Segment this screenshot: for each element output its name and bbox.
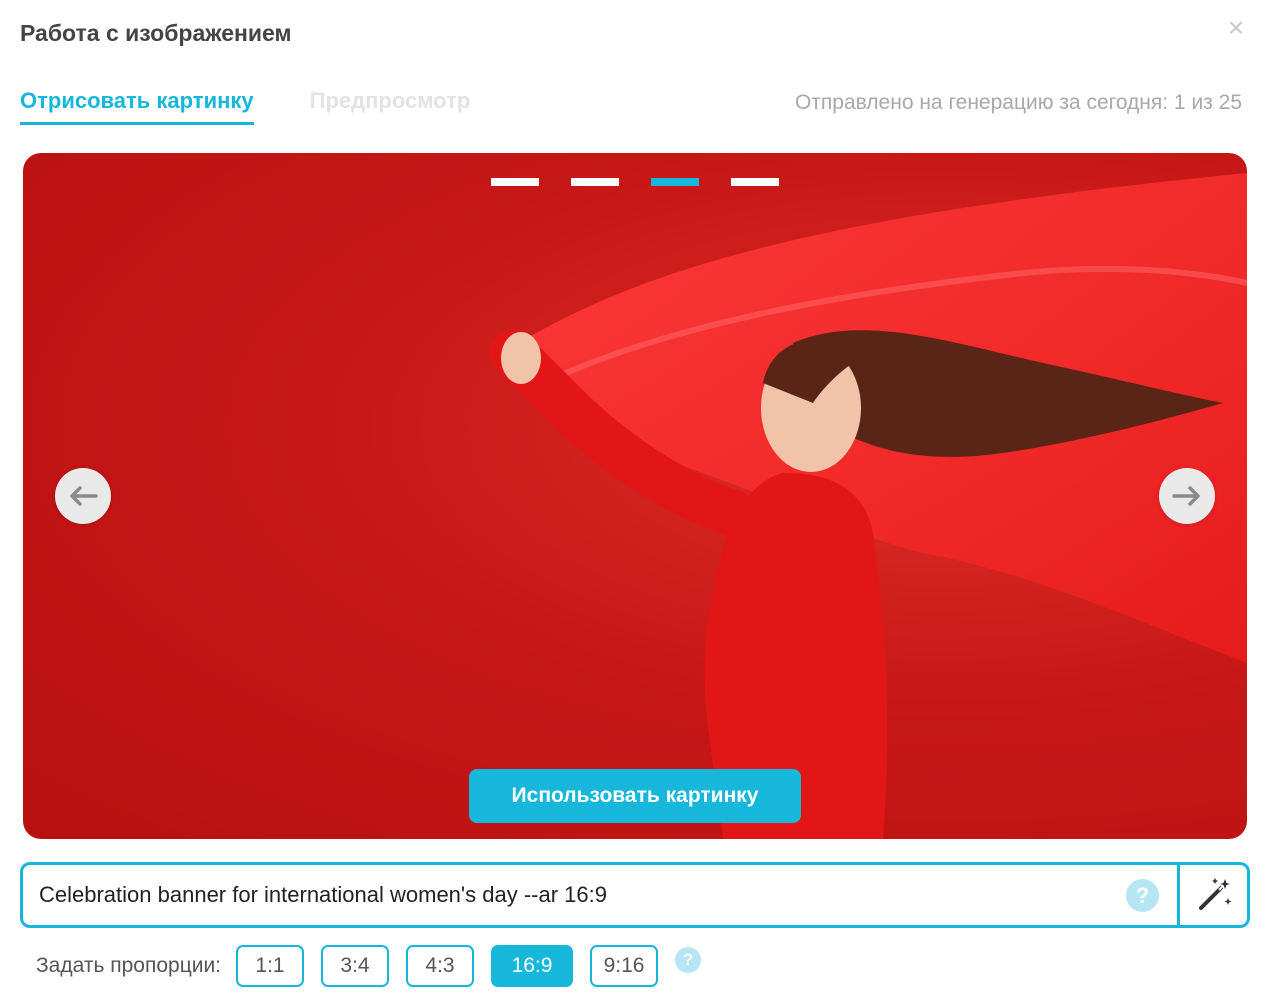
ratio-9-16-button[interactable]: 9:16 — [590, 945, 659, 987]
tab-bar: Отрисовать картинку Предпросмотр — [20, 88, 470, 125]
ratio-4-3-button[interactable]: 4:3 — [406, 945, 475, 987]
use-picture-button[interactable]: Использовать картинку — [469, 769, 801, 823]
magic-wand-icon — [1198, 878, 1231, 910]
prompt-text[interactable]: Celebration banner for international wom… — [39, 882, 607, 908]
prompt-input[interactable]: Celebration banner for international wom… — [20, 862, 1180, 928]
image-carousel: Использовать картинку — [23, 153, 1247, 839]
carousel-dot[interactable] — [731, 178, 779, 186]
ratio-3-4-button[interactable]: 3:4 — [321, 945, 390, 987]
generation-counter: Отправлено на генерацию за сегодня: 1 из… — [794, 91, 1242, 114]
tab-preview[interactable]: Предпросмотр — [310, 88, 471, 125]
generated-image — [490, 173, 1247, 839]
tab-draw-picture[interactable]: Отрисовать картинку — [20, 88, 254, 125]
next-slide-button[interactable] — [1159, 468, 1215, 524]
carousel-dot-active[interactable] — [651, 178, 699, 186]
carousel-dot[interactable] — [491, 178, 539, 186]
question-icon[interactable]: ? — [1126, 879, 1159, 912]
ratio-1-1-button[interactable]: 1:1 — [236, 945, 305, 987]
magic-wand-button[interactable] — [1180, 862, 1250, 928]
proportions-label: Задать пропорции: — [36, 954, 222, 977]
previous-slide-button[interactable] — [55, 468, 111, 524]
proportions-selector: Задать пропорции: 1:1 3:4 4:3 16:9 9:16 … — [36, 945, 702, 987]
carousel-indicators — [23, 178, 1247, 186]
arrow-right-icon — [1172, 486, 1200, 506]
question-icon[interactable]: ? — [675, 947, 702, 973]
arrow-left-icon — [70, 486, 98, 506]
close-icon[interactable]: × — [1224, 14, 1248, 42]
prompt-field-group: Celebration banner for international wom… — [20, 862, 1250, 928]
ratio-16-9-button[interactable]: 16:9 — [491, 945, 574, 987]
dialog-title: Работа с изображением — [20, 20, 292, 46]
carousel-dot[interactable] — [571, 178, 619, 186]
